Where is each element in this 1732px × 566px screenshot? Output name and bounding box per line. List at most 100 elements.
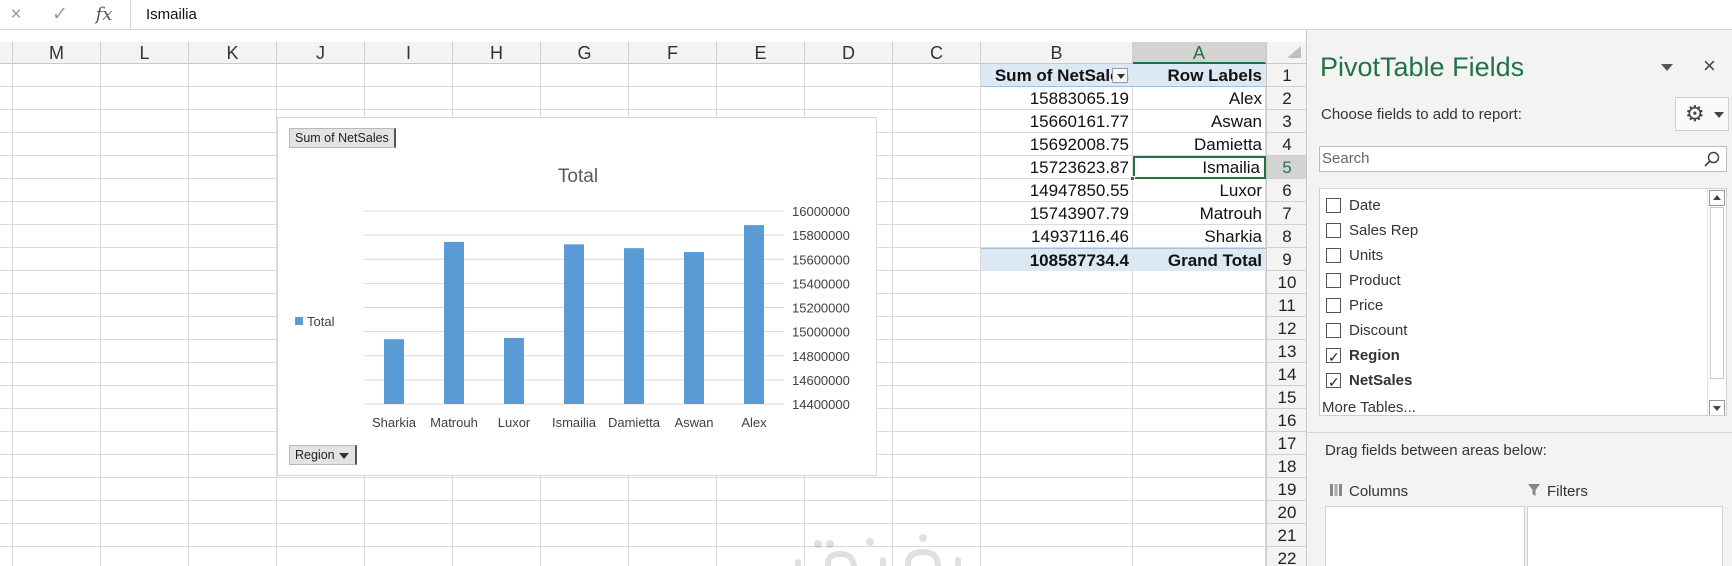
field-label: Product (1349, 272, 1401, 289)
select-all-corner[interactable] (1267, 42, 1306, 64)
row-header-8[interactable]: 8 (1267, 225, 1306, 248)
row-header-15[interactable]: 15 (1267, 386, 1306, 409)
field-label: Discount (1349, 322, 1408, 339)
pane-options-chevron-icon[interactable] (1659, 62, 1675, 74)
pivot-header-values[interactable]: Sum of NetSales (981, 64, 1133, 87)
close-icon[interactable]: × (1703, 54, 1716, 78)
row-header-19[interactable]: 19 (1267, 478, 1306, 501)
column-header-c[interactable]: C (893, 42, 981, 64)
field-checkbox[interactable] (1326, 371, 1341, 393)
column-header-partial[interactable] (0, 42, 13, 64)
worksheet-grid[interactable]: MLKJIHGFEDCBA 1 2 3 4 5 6 7 8 9 10 11 12 13 14 15 16 17 1… (0, 30, 1306, 566)
field-checkbox[interactable] (1326, 346, 1341, 368)
row-header-11[interactable]: 11 (1267, 294, 1306, 317)
field-label: Date (1349, 197, 1381, 214)
field-search-input[interactable]: Search (1319, 146, 1727, 172)
enter-icon[interactable]: ✓ (46, 3, 74, 27)
filters-drop-area[interactable] (1527, 506, 1723, 566)
chart-bar (624, 248, 644, 404)
pivot-label-cell[interactable]: Damietta (1133, 133, 1266, 156)
pivot-label-cell[interactable]: Matrouh (1133, 202, 1266, 225)
field-checkbox[interactable] (1326, 248, 1341, 263)
row-header-3[interactable]: 3 (1267, 110, 1306, 133)
row-header-14[interactable]: 14 (1267, 363, 1306, 386)
pivot-label-cell[interactable]: Luxor (1133, 179, 1266, 202)
chart-bar (504, 337, 524, 404)
pivot-value-cell[interactable]: 15660161.77 (981, 110, 1133, 133)
pivot-value-cell[interactable]: 14947850.55 (981, 179, 1133, 202)
columns-area-label: Columns (1349, 483, 1409, 500)
search-icon[interactable] (1704, 151, 1720, 167)
more-tables-link[interactable]: More Tables... (1322, 399, 1416, 415)
cancel-icon[interactable]: × (2, 3, 30, 27)
column-header-k[interactable]: K (189, 42, 277, 64)
column-header-j[interactable]: J (277, 42, 365, 64)
field-checkbox[interactable] (1326, 323, 1341, 338)
column-header-d[interactable]: D (805, 42, 893, 64)
chart-bar (744, 225, 764, 404)
pivot-value-cell[interactable]: 15743907.79 (981, 202, 1133, 225)
y-tick-label: 15600000 (792, 252, 850, 267)
row-header-13[interactable]: 13 (1267, 340, 1306, 363)
column-header-m[interactable]: M (13, 42, 101, 64)
row-header-21[interactable]: 21 (1267, 524, 1306, 547)
row-header-16[interactable]: 16 (1267, 409, 1306, 432)
row-header-10[interactable]: 10 (1267, 271, 1306, 294)
field-label: Units (1349, 247, 1384, 264)
pivot-chart[interactable]: Total 16000000 15800000 15600000 15400000 152… (277, 117, 877, 476)
filters-area-header: Filters (1527, 480, 1588, 504)
formula-input[interactable]: Ismailia (130, 1, 1732, 29)
y-tick-label: 16000000 (792, 204, 850, 219)
pivot-value-cell[interactable]: 15692008.75 (981, 133, 1133, 156)
pivot-value-cell[interactable]: 15883065.19 (981, 87, 1133, 110)
column-header-b[interactable]: B (981, 42, 1133, 64)
pivot-value-cell[interactable]: 14937116.46 (981, 225, 1133, 248)
pivot-label-cell[interactable]: Alex (1133, 87, 1266, 110)
pivot-header-row-labels[interactable]: Row Labels (1133, 64, 1266, 87)
grand-total-label[interactable]: Grand Total (1133, 248, 1266, 271)
insert-function-icon[interactable]: fx (90, 3, 118, 27)
x-tick-label: Alex (741, 415, 767, 430)
row-labels-filter-icon[interactable] (1112, 68, 1128, 83)
chart-values-field-button[interactable]: Sum of NetSales (289, 128, 396, 148)
row-header-7[interactable]: 7 (1267, 202, 1306, 225)
selected-cell[interactable]: Ismailia (1133, 156, 1266, 179)
row-header-12[interactable]: 12 (1267, 317, 1306, 340)
field-checkbox[interactable] (1326, 298, 1341, 313)
field-checkbox[interactable] (1326, 198, 1341, 213)
pivot-label-cell[interactable]: Sharkia (1133, 225, 1266, 248)
filter-icon (1528, 484, 1540, 496)
pivot-label-cell[interactable]: Aswan (1133, 110, 1266, 133)
pivot-value-cell[interactable]: 15723623.87 (981, 156, 1133, 179)
chart-axis-field-button[interactable]: Region (289, 445, 357, 465)
field-checkbox[interactable] (1326, 273, 1341, 288)
watermark-logo (795, 534, 961, 566)
tools-button[interactable]: ⚙ (1675, 97, 1729, 131)
row-header-22[interactable]: 22 (1267, 547, 1306, 566)
column-header-f[interactable]: F (629, 42, 717, 64)
scroll-down-icon[interactable] (1709, 400, 1725, 415)
row-header-4[interactable]: 4 (1267, 133, 1306, 156)
row-header-5[interactable]: 5 (1267, 156, 1306, 179)
row-header-18[interactable]: 18 (1267, 455, 1306, 478)
field-label: Price (1349, 297, 1384, 314)
column-header-i[interactable]: I (365, 42, 453, 64)
row-header-20[interactable]: 20 (1267, 501, 1306, 524)
column-header-g[interactable]: G (541, 42, 629, 64)
row-header-9[interactable]: 9 (1267, 248, 1306, 271)
scroll-up-icon[interactable] (1709, 190, 1725, 206)
field-label: NetSales (1349, 372, 1413, 389)
scroll-thumb[interactable] (1710, 207, 1724, 379)
field-list-scrollbar[interactable] (1707, 189, 1726, 415)
column-header-l[interactable]: L (101, 42, 189, 64)
column-header-a[interactable]: A (1133, 42, 1266, 64)
columns-drop-area[interactable] (1325, 506, 1525, 566)
row-header-17[interactable]: 17 (1267, 432, 1306, 455)
row-header-1[interactable]: 1 (1267, 64, 1306, 87)
field-checkbox[interactable] (1326, 223, 1341, 238)
row-header-2[interactable]: 2 (1267, 87, 1306, 110)
column-header-e[interactable]: E (717, 42, 805, 64)
column-header-h[interactable]: H (453, 42, 541, 64)
row-header-6[interactable]: 6 (1267, 179, 1306, 202)
grand-total-value[interactable]: 108587734.4 (981, 248, 1133, 271)
